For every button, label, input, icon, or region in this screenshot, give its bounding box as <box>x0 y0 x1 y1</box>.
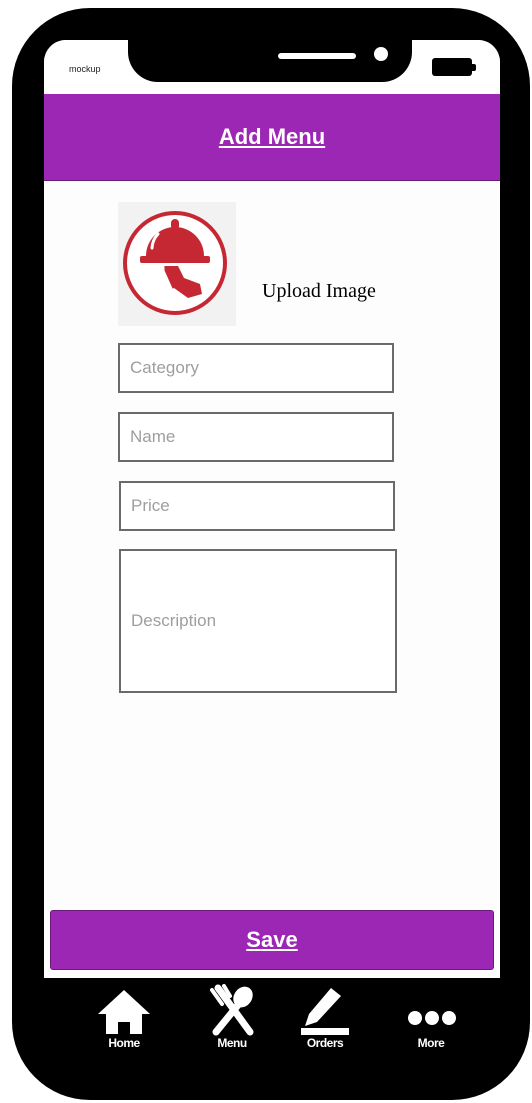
nav-item-orders[interactable]: Orders <box>280 980 370 1070</box>
side-button <box>18 174 28 218</box>
side-button <box>18 258 28 340</box>
app-bar: Add Menu <box>44 94 500 181</box>
side-button <box>18 364 28 446</box>
nav-label-home: Home <box>108 1036 140 1050</box>
image-upload-button[interactable] <box>118 202 236 326</box>
food-service-cloche-icon <box>123 211 227 315</box>
nav-item-menu[interactable]: Menu <box>187 980 277 1070</box>
status-bar: mockup <box>44 40 500 94</box>
fork-spoon-icon <box>210 984 254 1036</box>
carrier-label: mockup <box>69 64 101 74</box>
mockup-canvas: mockup Add Menu Upload Image Category Na… <box>0 0 532 1103</box>
speaker-slot <box>278 53 356 59</box>
page-title: Add Menu <box>218 124 326 149</box>
nav-label-menu: Menu <box>217 1036 247 1050</box>
home-icon <box>98 990 150 1034</box>
pencil-icon <box>301 988 349 1035</box>
nav-label-orders: Orders <box>306 1036 344 1050</box>
price-input[interactable] <box>119 481 395 531</box>
nav-label-more: More <box>417 1036 445 1050</box>
description-textarea[interactable] <box>119 549 397 693</box>
bottom-nav: Home Menu Orders More <box>44 980 500 1070</box>
nav-item-more[interactable]: More <box>386 980 476 1070</box>
upload-image-label: Upload Image <box>262 280 376 302</box>
battery-icon <box>432 58 476 76</box>
more-dots-icon <box>408 1011 456 1025</box>
phone-screen: mockup Add Menu Upload Image Category Na… <box>44 40 500 978</box>
name-input[interactable] <box>118 412 394 462</box>
save-button[interactable]: Save <box>50 910 494 970</box>
nav-item-home[interactable]: Home <box>79 980 169 1070</box>
camera-dot <box>374 47 388 61</box>
phone-notch <box>128 40 412 82</box>
category-input[interactable] <box>118 343 394 393</box>
